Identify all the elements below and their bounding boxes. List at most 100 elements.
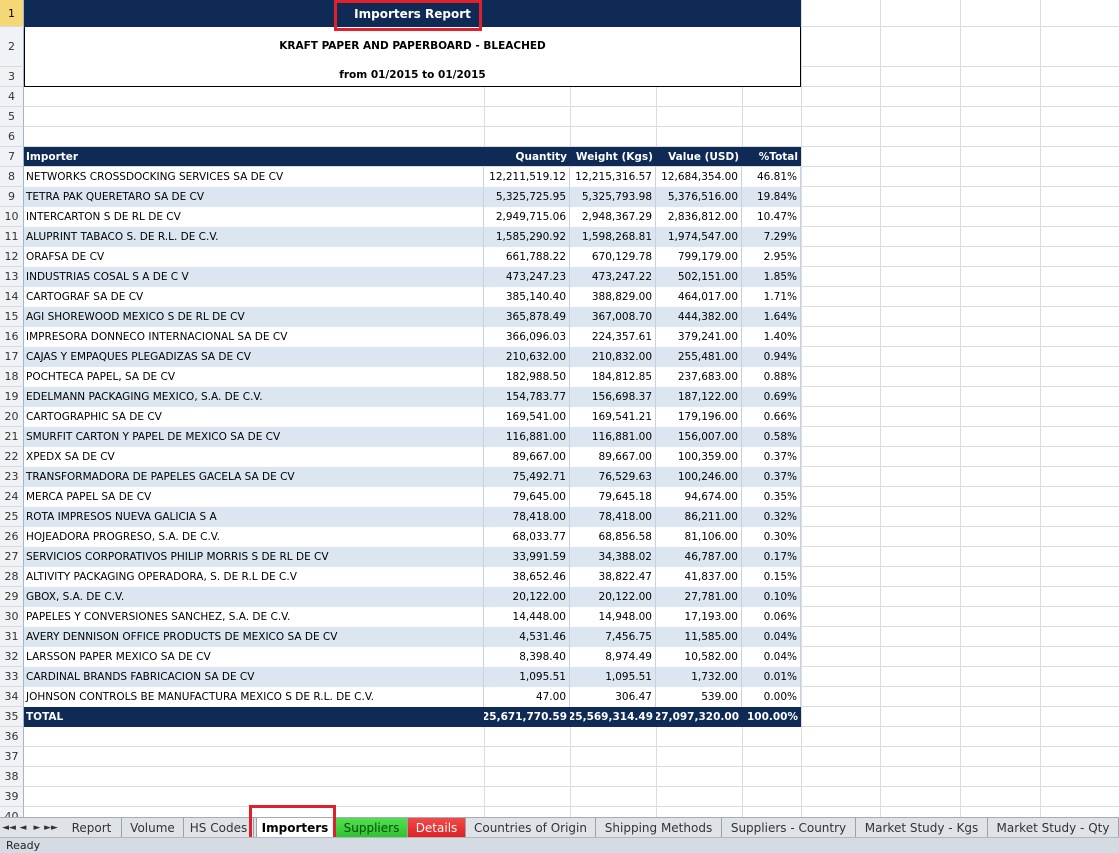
value-cell[interactable]: 156,007.00 <box>656 427 742 447</box>
percent-cell[interactable]: 2.95% <box>742 247 801 267</box>
row-header[interactable]: 24 <box>0 487 24 507</box>
row-header[interactable]: 40 <box>0 807 24 817</box>
row-header[interactable]: 2 <box>0 27 24 67</box>
quantity-cell[interactable]: 79,645.00 <box>484 487 570 507</box>
weight-cell[interactable]: 1,095.51 <box>570 667 656 687</box>
row-header[interactable]: 18 <box>0 367 24 387</box>
row-header[interactable]: 36 <box>0 727 24 747</box>
value-cell[interactable]: 41,837.00 <box>656 567 742 587</box>
quantity-cell[interactable]: 385,140.40 <box>484 287 570 307</box>
weight-cell[interactable]: 169,541.21 <box>570 407 656 427</box>
sheet-tab-report[interactable]: Report <box>62 818 122 837</box>
row-header[interactable]: 29 <box>0 587 24 607</box>
row-header[interactable]: 26 <box>0 527 24 547</box>
importer-cell[interactable]: IMPRESORA DONNECO INTERNACIONAL SA DE CV <box>24 327 484 347</box>
percent-cell[interactable]: 0.88% <box>742 367 801 387</box>
row-header[interactable]: 15 <box>0 307 24 327</box>
col-header-quantity[interactable]: Quantity <box>484 147 570 166</box>
weight-cell[interactable]: 38,822.47 <box>570 567 656 587</box>
weight-cell[interactable]: 2,948,367.29 <box>570 207 656 227</box>
value-cell[interactable]: 1,732.00 <box>656 667 742 687</box>
value-cell[interactable]: 187,122.00 <box>656 387 742 407</box>
weight-cell[interactable]: 8,974.49 <box>570 647 656 667</box>
percent-cell[interactable]: 10.47% <box>742 207 801 227</box>
weight-cell[interactable]: 670,129.78 <box>570 247 656 267</box>
percent-cell[interactable]: 1.40% <box>742 327 801 347</box>
weight-cell[interactable]: 78,418.00 <box>570 507 656 527</box>
importer-cell[interactable]: SMURFIT CARTON Y PAPEL DE MEXICO SA DE C… <box>24 427 484 447</box>
sheet-tab-market-study-qty[interactable]: Market Study - Qty <box>988 818 1119 837</box>
row-header[interactable]: 11 <box>0 227 24 247</box>
row-header[interactable]: 37 <box>0 747 24 767</box>
percent-cell[interactable]: 1.71% <box>742 287 801 307</box>
row-header[interactable]: 23 <box>0 467 24 487</box>
quantity-cell[interactable]: 116,881.00 <box>484 427 570 447</box>
importer-cell[interactable]: MERCA PAPEL SA DE CV <box>24 487 484 507</box>
weight-cell[interactable]: 20,122.00 <box>570 587 656 607</box>
sheet-tab-countries-of-origin[interactable]: Countries of Origin <box>466 818 596 837</box>
row-header[interactable]: 34 <box>0 687 24 707</box>
value-cell[interactable]: 502,151.00 <box>656 267 742 287</box>
row-header[interactable]: 14 <box>0 287 24 307</box>
quantity-cell[interactable]: 182,988.50 <box>484 367 570 387</box>
importer-cell[interactable]: CARDINAL BRANDS FABRICACION SA DE CV <box>24 667 484 687</box>
quantity-cell[interactable]: 365,878.49 <box>484 307 570 327</box>
percent-cell[interactable]: 1.64% <box>742 307 801 327</box>
weight-cell[interactable]: 7,456.75 <box>570 627 656 647</box>
total-weight[interactable]: 25,569,314.49 <box>570 707 656 727</box>
percent-cell[interactable]: 0.00% <box>742 687 801 707</box>
importer-cell[interactable]: POCHTECA PAPEL, SA DE CV <box>24 367 484 387</box>
value-cell[interactable]: 1,974,547.00 <box>656 227 742 247</box>
sheet-tab-suppliers[interactable]: Suppliers <box>336 818 408 837</box>
row-header[interactable]: 7 <box>0 147 24 167</box>
importer-cell[interactable]: XPEDX SA DE CV <box>24 447 484 467</box>
quantity-cell[interactable]: 366,096.03 <box>484 327 570 347</box>
quantity-cell[interactable]: 169,541.00 <box>484 407 570 427</box>
row-header[interactable]: 16 <box>0 327 24 347</box>
quantity-cell[interactable]: 154,783.77 <box>484 387 570 407</box>
importer-cell[interactable]: JOHNSON CONTROLS BE MANUFACTURA MEXICO S… <box>24 687 484 707</box>
row-header[interactable]: 1 <box>0 0 24 27</box>
quantity-cell[interactable]: 47.00 <box>484 687 570 707</box>
importer-cell[interactable]: SERVICIOS CORPORATIVOS PHILIP MORRIS S D… <box>24 547 484 567</box>
importer-cell[interactable]: NETWORKS CROSSDOCKING SERVICES SA DE CV <box>24 167 484 187</box>
value-cell[interactable]: 94,674.00 <box>656 487 742 507</box>
quantity-cell[interactable]: 473,247.23 <box>484 267 570 287</box>
sheet-tab-market-study-kgs[interactable]: Market Study - Kgs <box>856 818 988 837</box>
value-cell[interactable]: 46,787.00 <box>656 547 742 567</box>
importer-cell[interactable]: INDUSTRIAS COSAL S A DE C V <box>24 267 484 287</box>
weight-cell[interactable]: 76,529.63 <box>570 467 656 487</box>
quantity-cell[interactable]: 8,398.40 <box>484 647 570 667</box>
col-header-percent[interactable]: %Total <box>742 147 801 166</box>
percent-cell[interactable]: 0.10% <box>742 587 801 607</box>
value-cell[interactable]: 539.00 <box>656 687 742 707</box>
importer-cell[interactable]: EDELMANN PACKAGING MEXICO, S.A. DE C.V. <box>24 387 484 407</box>
row-header[interactable]: 4 <box>0 87 24 107</box>
value-cell[interactable]: 5,376,516.00 <box>656 187 742 207</box>
row-header[interactable]: 8 <box>0 167 24 187</box>
weight-cell[interactable]: 5,325,793.98 <box>570 187 656 207</box>
weight-cell[interactable]: 367,008.70 <box>570 307 656 327</box>
percent-cell[interactable]: 0.30% <box>742 527 801 547</box>
importer-cell[interactable]: ALUPRINT TABACO S. DE R.L. DE C.V. <box>24 227 484 247</box>
sheet-tab-details[interactable]: Details <box>408 818 466 837</box>
value-cell[interactable]: 11,585.00 <box>656 627 742 647</box>
weight-cell[interactable]: 12,215,316.57 <box>570 167 656 187</box>
importer-cell[interactable]: LARSSON PAPER MEXICO SA DE CV <box>24 647 484 667</box>
quantity-cell[interactable]: 33,991.59 <box>484 547 570 567</box>
row-header[interactable]: 5 <box>0 107 24 127</box>
row-header[interactable]: 6 <box>0 127 24 147</box>
importer-cell[interactable]: AGI SHOREWOOD MEXICO S DE RL DE CV <box>24 307 484 327</box>
row-header[interactable]: 30 <box>0 607 24 627</box>
row-header[interactable]: 25 <box>0 507 24 527</box>
sheet-tab-hs-codes[interactable]: HS Codes <box>184 818 254 837</box>
row-header[interactable]: 28 <box>0 567 24 587</box>
quantity-cell[interactable]: 12,211,519.12 <box>484 167 570 187</box>
quantity-cell[interactable]: 89,667.00 <box>484 447 570 467</box>
weight-cell[interactable]: 224,357.61 <box>570 327 656 347</box>
percent-cell[interactable]: 0.69% <box>742 387 801 407</box>
percent-cell[interactable]: 0.37% <box>742 447 801 467</box>
percent-cell[interactable]: 1.85% <box>742 267 801 287</box>
last-sheet-nav-icon[interactable]: ►► <box>44 821 58 834</box>
percent-cell[interactable]: 0.04% <box>742 627 801 647</box>
